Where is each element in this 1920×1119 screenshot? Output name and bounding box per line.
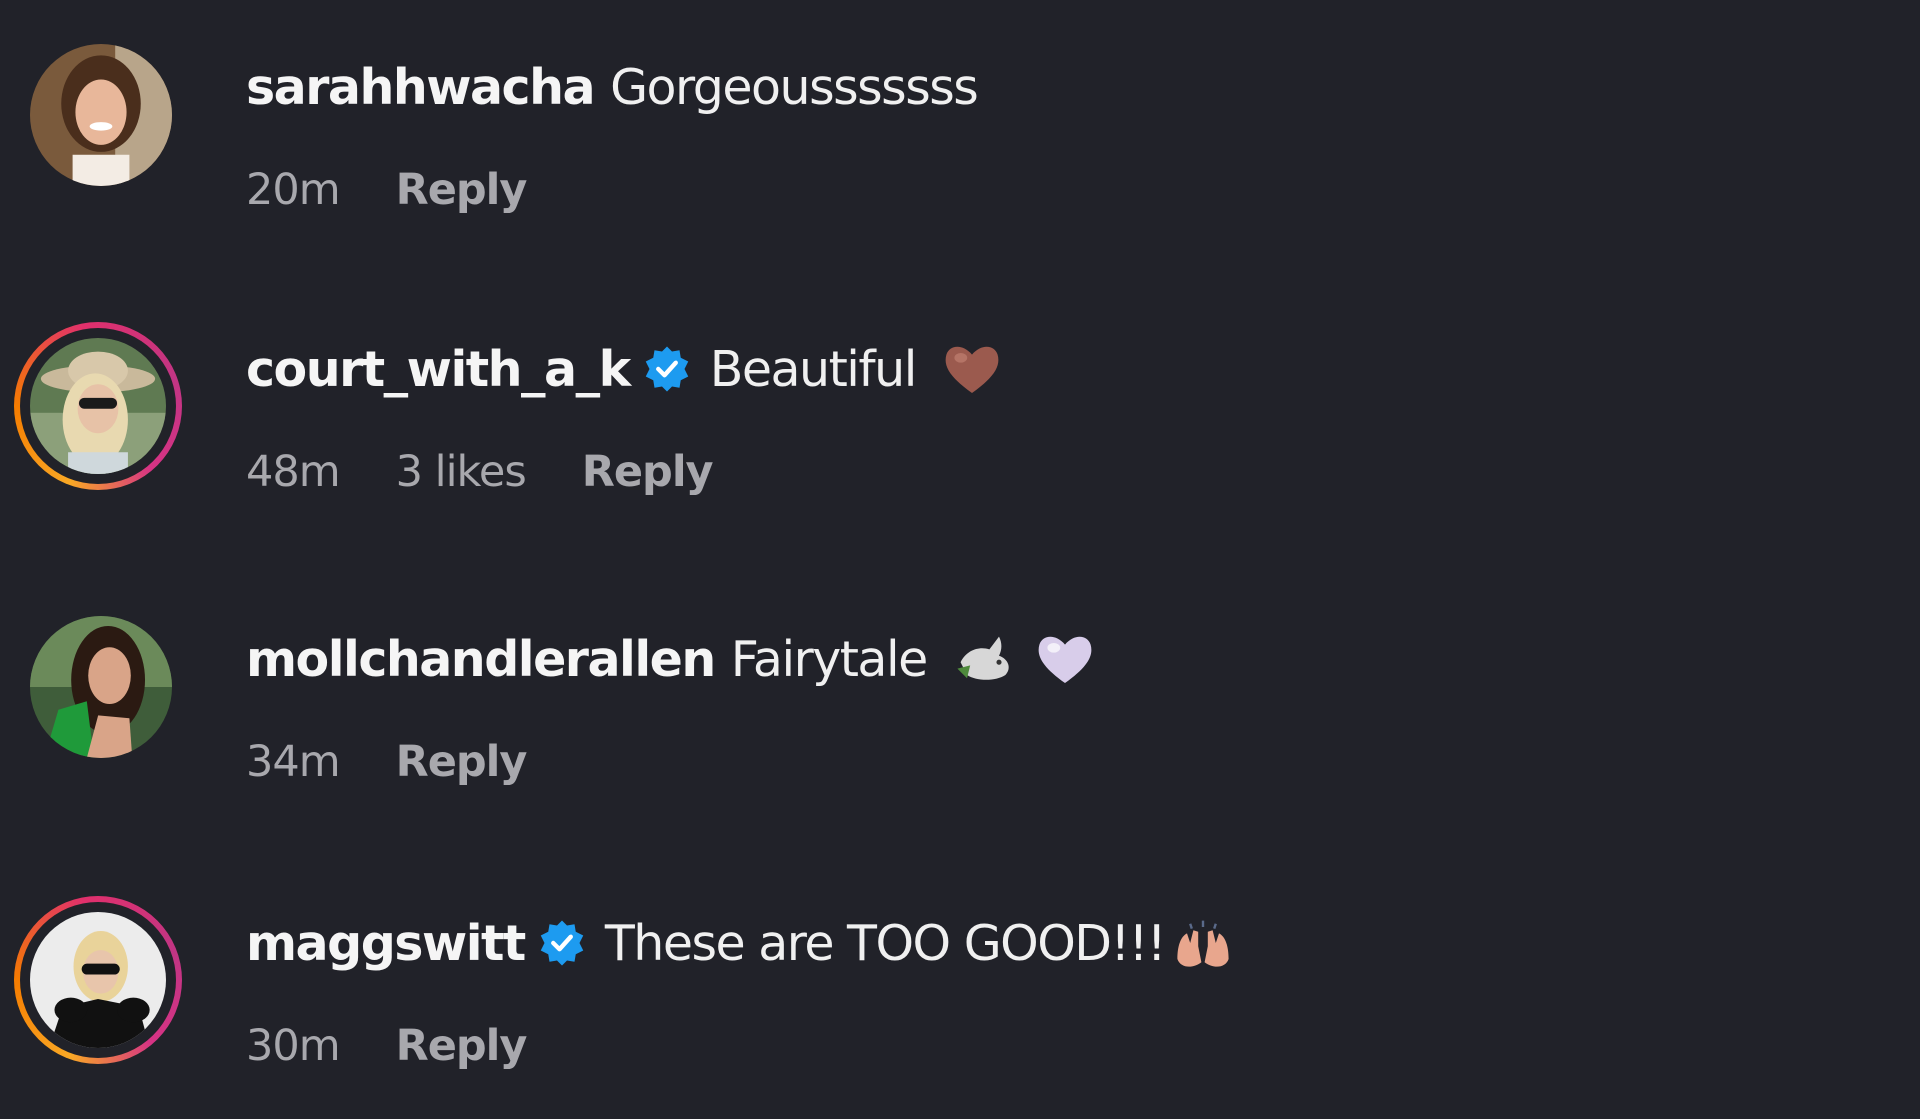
reply-button[interactable]: Reply <box>396 165 528 215</box>
comment-item: court_with_a_k Beautiful 48m 3 likes Rep… <box>0 322 1920 542</box>
verified-badge-icon <box>537 918 587 968</box>
dove-icon <box>951 627 1015 691</box>
comments-list: sarahhwacha Gorgeousssssss 20m Reply cou… <box>0 0 1920 1119</box>
raising-hands-icon <box>1171 911 1235 975</box>
timestamp[interactable]: 30m <box>246 1021 341 1071</box>
reply-button[interactable]: Reply <box>582 447 714 497</box>
username-link[interactable]: mollchandlerallen <box>246 631 716 688</box>
avatar-photo <box>30 44 172 186</box>
username-link[interactable]: maggswitt <box>246 915 526 972</box>
avatar[interactable] <box>14 896 182 1064</box>
avatar[interactable] <box>14 322 182 490</box>
timestamp[interactable]: 34m <box>246 737 341 787</box>
avatar[interactable] <box>14 612 182 780</box>
reply-button[interactable]: Reply <box>396 737 528 787</box>
comment-text: Gorgeousssssss <box>610 58 979 116</box>
timestamp[interactable]: 48m <box>246 447 341 497</box>
comment-item: mollchandlerallen Fairytale 34m Reply <box>0 612 1920 832</box>
comment-item: sarahhwacha Gorgeousssssss 20m Reply <box>0 40 1920 260</box>
brown-heart-icon <box>940 337 1004 401</box>
avatar-photo <box>30 912 166 1048</box>
avatar-photo <box>30 616 172 758</box>
avatar[interactable] <box>14 40 182 208</box>
comment-text: Beautiful <box>709 340 918 398</box>
white-heart-icon <box>1033 627 1097 691</box>
avatar-photo <box>30 338 166 474</box>
comment-text: These are TOO GOOD!!! <box>604 914 1167 972</box>
comment-item: maggswitt These are TOO GOOD!!! 30m Repl… <box>0 896 1920 1116</box>
comment-text: Fairytale <box>730 630 928 688</box>
username-link[interactable]: sarahhwacha <box>246 59 596 116</box>
timestamp[interactable]: 20m <box>246 165 341 215</box>
reply-button[interactable]: Reply <box>396 1021 528 1071</box>
verified-badge-icon <box>642 344 692 394</box>
username-link[interactable]: court_with_a_k <box>246 341 631 398</box>
likes-count[interactable]: 3 likes <box>396 447 527 497</box>
